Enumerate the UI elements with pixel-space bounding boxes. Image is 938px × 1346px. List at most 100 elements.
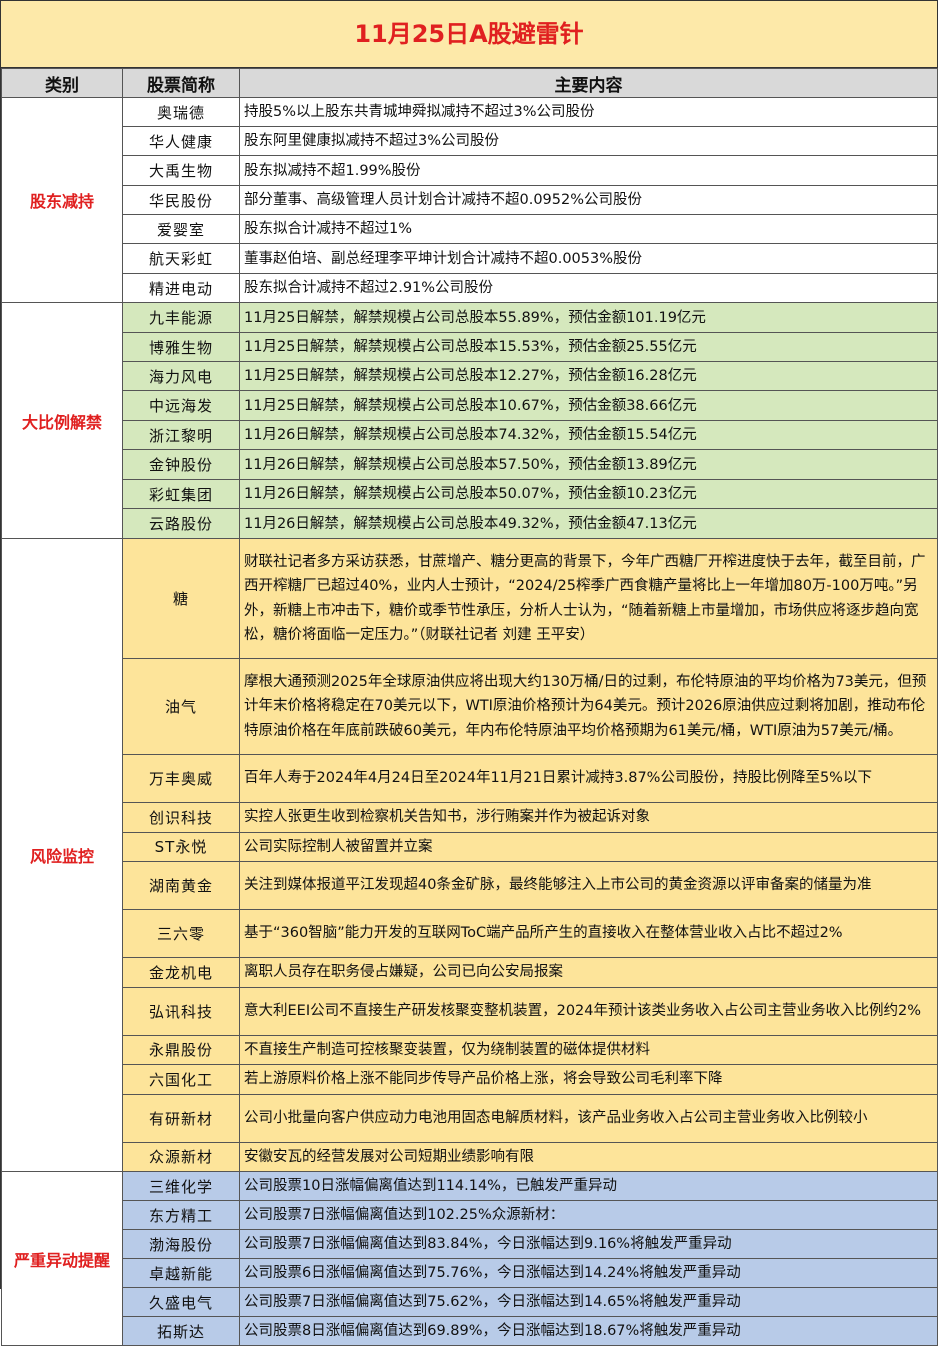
table-row: 东方精工 公司股票7日涨幅偏离值达到102.25%众源新材： [2, 1200, 938, 1230]
table-row: 万丰奥威 百年人寿于2024年4月24日至2024年11月21日累计减持3.87%… [2, 754, 938, 803]
stock-table: 类别 股票简称 主要内容 股东减持 奥瑞德 持股5%以上股东共青城坤舜拟减持不超过3… [1, 68, 938, 1346]
content-cell: 公司股票7日涨幅偏离值达到75.62%，今日涨幅达到14.65%将触发严重异动 [239, 1287, 938, 1317]
content-cell: 公司实际控制人被留置并立案 [239, 831, 938, 862]
stock-name-cell: 三维化学 [122, 1171, 240, 1201]
content-cell: 11月25日解禁，解禁规模占公司总股本55.89%，预估金额101.19亿元 [239, 302, 938, 333]
content-cell: 股东拟减持不超1.99%股份 [239, 155, 938, 186]
table-row: 股东减持 奥瑞德 持股5%以上股东共青城坤舜拟减持不超过3%公司股份 [1, 97, 938, 303]
content-cell: 若上游原料价格上涨不能同步传导产品价格上涨，将会导致公司毛利率下降 [239, 1064, 938, 1095]
table-row: 云路股份 11月26日解禁，解禁规模占公司总股本49.32%，预估金额47.13亿… [2, 508, 938, 539]
stock-name-cell: 中远海发 [122, 390, 240, 421]
content-cell: 11月25日解禁，解禁规模占公司总股本10.67%，预估金额38.66亿元 [239, 390, 938, 421]
category-cell: 风险监控 [1, 538, 123, 1172]
table-row: 金龙机电 离职人员存在职务侵占嫌疑，公司已向公安局报案 [2, 957, 938, 988]
stock-name-cell: 拓斯达 [122, 1316, 240, 1346]
content-cell: 摩根大通预测2025年全球原油供应将出现大约130万桶/日的过剩，布伦特原油的平… [239, 658, 938, 755]
table-row: 渤海股份 公司股票7日涨幅偏离值达到83.84%，今日涨幅达到9.16%将触发严重… [2, 1229, 938, 1259]
content-cell: 董事赵伯培、副总经理李平坤计划合计减持不超0.0053%股份 [239, 243, 938, 274]
stock-name-cell: 湖南黄金 [122, 861, 240, 910]
content-cell: 安徽安瓦的经营发展对公司短期业绩影响有限 [239, 1141, 938, 1172]
content-cell: 部分董事、高级管理人员计划合计减持不超0.0952%公司股份 [239, 185, 938, 215]
table-row: 弘讯科技 意大利EEI公司不直接生产研发核聚变整机装置，2024年预计该类业务收入… [2, 986, 938, 1036]
content-cell: 股东拟合计减持不超过1% [239, 214, 938, 244]
table-row: 海力风电 11月25日解禁，解禁规模占公司总股本12.27%，预估金额16.28亿… [2, 361, 938, 391]
stock-name-cell: 大禹生物 [122, 155, 240, 186]
content-cell: 实控人张更生收到检察机关告知书，涉行贿案并作为被起诉对象 [239, 802, 938, 833]
content-cell: 11月26日解禁，解禁规模占公司总股本50.07%，预估金额10.23亿元 [239, 479, 938, 509]
category-cell: 严重异动提醒 [1, 1171, 123, 1346]
content-cell: 11月25日解禁，解禁规模占公司总股本12.27%，预估金额16.28亿元 [239, 361, 938, 391]
stock-name-cell: 爱婴室 [122, 214, 240, 244]
table-row: 精进电动 股东拟合计减持不超过2.91%公司股份 [2, 273, 938, 303]
table-row: 创识科技 实控人张更生收到检察机关告知书，涉行贿案并作为被起诉对象 [2, 802, 938, 833]
table-row: 浙江黎明 11月26日解禁，解禁规模占公司总股本74.32%，预估金额15.54亿… [2, 420, 938, 450]
stock-name-cell: 华人健康 [122, 126, 240, 156]
table-row: 卓越新能 公司股票6日涨幅偏离值达到75.76%，今日涨幅达到14.24%将触发严… [2, 1258, 938, 1288]
table-row: 大禹生物 股东拟减持不超1.99%股份 [2, 155, 938, 186]
stock-name-cell: 卓越新能 [122, 1258, 240, 1288]
stock-name-cell: 云路股份 [122, 508, 240, 539]
content-cell: 意大利EEI公司不直接生产研发核聚变整机装置，2024年预计该类业务收入占公司主… [239, 986, 938, 1036]
content-cell: 11月26日解禁，解禁规模占公司总股本57.50%，预估金额13.89亿元 [239, 449, 938, 480]
stock-name-cell: 渤海股份 [122, 1229, 240, 1259]
header-content: 主要内容 [239, 68, 938, 98]
table-row: 油气 摩根大通预测2025年全球原油供应将出现大约130万桶/日的过剩，布伦特原油… [2, 658, 938, 755]
stock-name-cell: 六国化工 [122, 1064, 240, 1095]
table-row: 大比例解禁 九丰能源 11月25日解禁，解禁规模占公司总股本55.89%，预估金额1… [1, 302, 938, 539]
stock-name-cell: 弘讯科技 [122, 986, 240, 1036]
stock-name-cell: 金钟股份 [122, 449, 240, 480]
stock-name-cell: 三六零 [122, 909, 240, 958]
table-row: 爱婴室 股东拟合计减持不超过1% [2, 214, 938, 244]
content-cell: 持股5%以上股东共青城坤舜拟减持不超过3%公司股份 [239, 97, 938, 127]
content-cell: 公司小批量向客户供应动力电池用固态电解质材料，该产品业务收入占公司主营业务收入比… [239, 1093, 938, 1143]
content-cell: 财联社记者多方采访获悉，甘蔗增产、糖分更高的背景下，今年广西糖厂开榨进度快于去年… [239, 538, 938, 659]
table-row: 久盛电气 公司股票7日涨幅偏离值达到75.62%，今日涨幅达到14.65%将触发严… [2, 1287, 938, 1317]
stock-name-cell: 众源新材 [122, 1141, 240, 1172]
content-cell: 关注到媒体报道平江发现超40条金矿脉，最终能够注入上市公司的黄金资源以评审备案的… [239, 861, 938, 910]
stock-name-cell: 东方精工 [122, 1200, 240, 1230]
stock-name-cell: 糖 [122, 538, 240, 659]
page-title: 11月25日A股避雷针 [1, 1, 937, 68]
content-cell: 离职人员存在职务侵占嫌疑，公司已向公安局报案 [239, 957, 938, 988]
content-cell: 基于“360智脑”能力开发的互联网ToC端产品所产生的直接收入在整体营业收入占比… [239, 909, 938, 958]
stock-name-cell: 彩虹集团 [122, 479, 240, 509]
table-row: 华民股份 部分董事、高级管理人员计划合计减持不超0.0952%公司股份 [2, 185, 938, 215]
table-row: 永鼎股份 不直接生产制造可控核聚变装置，仅为绕制装置的磁体提供材料 [2, 1034, 938, 1065]
table-row: 湖南黄金 关注到媒体报道平江发现超40条金矿脉，最终能够注入上市公司的黄金资源以评… [2, 861, 938, 910]
content-cell: 股东拟合计减持不超过2.91%公司股份 [239, 273, 938, 303]
table-row: 彩虹集团 11月26日解禁，解禁规模占公司总股本50.07%，预估金额10.23亿… [2, 479, 938, 509]
stock-name-cell: 九丰能源 [122, 302, 240, 333]
stock-name-cell: 万丰奥威 [122, 754, 240, 803]
table-row: 金钟股份 11月26日解禁，解禁规模占公司总股本57.50%，预估金额13.89亿… [2, 449, 938, 480]
header-stock: 股票简称 [122, 68, 240, 98]
stock-name-cell: 创识科技 [122, 802, 240, 833]
header-row: 类别 股票简称 主要内容 [1, 68, 938, 98]
stock-name-cell: 奥瑞德 [122, 97, 240, 127]
content-cell: 11月26日解禁，解禁规模占公司总股本49.32%，预估金额47.13亿元 [239, 508, 938, 539]
table-row: 风险监控糖财联社记者多方采访获悉，甘蔗增产、糖分更高的背景下，今年广西糖厂开榨进… [1, 538, 938, 1172]
table-row: ST永悦 公司实际控制人被留置并立案 [2, 831, 938, 862]
stock-name-cell: 金龙机电 [122, 957, 240, 988]
category-cell: 大比例解禁 [1, 302, 123, 539]
stock-name-cell: 航天彩虹 [122, 243, 240, 274]
stock-name-cell: 久盛电气 [122, 1287, 240, 1317]
content-cell: 11月25日解禁，解禁规模占公司总股本15.53%，预估金额25.55亿元 [239, 332, 938, 362]
avoidance-sheet: 11月25日A股避雷针 类别 股票简称 主要内容 股东减持 奥瑞德 持股5%以上股东… [0, 0, 938, 1346]
content-cell: 公司股票10日涨幅偏离值达到114.14%，已触发严重异动 [239, 1171, 938, 1201]
table-row: 六国化工 若上游原料价格上涨不能同步传导产品价格上涨，将会导致公司毛利率下降 [2, 1064, 938, 1095]
stock-name-cell: ST永悦 [122, 831, 240, 862]
table-row: 拓斯达 公司股票8日涨幅偏离值达到69.89%，今日涨幅达到18.67%将触发严重… [2, 1316, 938, 1346]
table-row: 严重异动提醒 三维化学 公司股票10日涨幅偏离值达到114.14%，已触发严重异动 [1, 1171, 938, 1346]
category-cell: 股东减持 [1, 97, 123, 303]
table-row: 华人健康 股东阿里健康拟减持不超过3%公司股份 [2, 126, 938, 156]
stock-name-cell: 有研新材 [122, 1093, 240, 1143]
stock-name-cell: 浙江黎明 [122, 420, 240, 450]
content-cell: 股东阿里健康拟减持不超过3%公司股份 [239, 126, 938, 156]
content-cell: 公司股票8日涨幅偏离值达到69.89%，今日涨幅达到18.67%将触发严重异动 [239, 1316, 938, 1346]
content-cell: 百年人寿于2024年4月24日至2024年11月21日累计减持3.87%公司股份… [239, 754, 938, 803]
content-cell: 公司股票6日涨幅偏离值达到75.76%，今日涨幅达到14.24%将触发严重异动 [239, 1258, 938, 1288]
table-row: 中远海发 11月25日解禁，解禁规模占公司总股本10.67%，预估金额38.66亿… [2, 390, 938, 421]
stock-name-cell: 海力风电 [122, 361, 240, 391]
stock-name-cell: 油气 [122, 658, 240, 755]
table-row: 有研新材 公司小批量向客户供应动力电池用固态电解质材料，该产品业务收入占公司主营业… [2, 1093, 938, 1143]
